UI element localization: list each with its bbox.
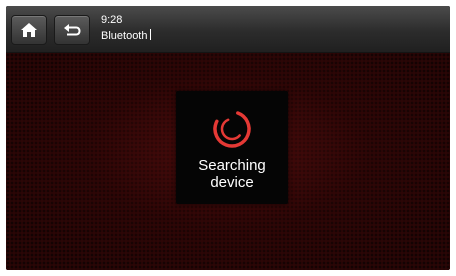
home-button[interactable] [11,15,47,45]
clock: 9:28 [101,14,123,26]
dialog-message: Searching device [176,157,288,191]
device-screen: 9:28 Bluetooth Searching device [6,6,450,270]
text-cursor [150,29,152,40]
top-bar: 9:28 Bluetooth [6,6,450,53]
page-title-text: Bluetooth [101,30,148,42]
dialog-message-line2: device [210,174,254,191]
back-button[interactable] [54,15,90,45]
main-content: Searching device [6,53,450,270]
home-icon [21,23,37,37]
spinner-icon [213,110,251,148]
searching-dialog: Searching device [176,91,288,204]
back-arrow-icon [64,24,81,36]
dialog-message-line1: Searching [198,157,266,174]
page-title: Bluetooth [101,29,152,43]
